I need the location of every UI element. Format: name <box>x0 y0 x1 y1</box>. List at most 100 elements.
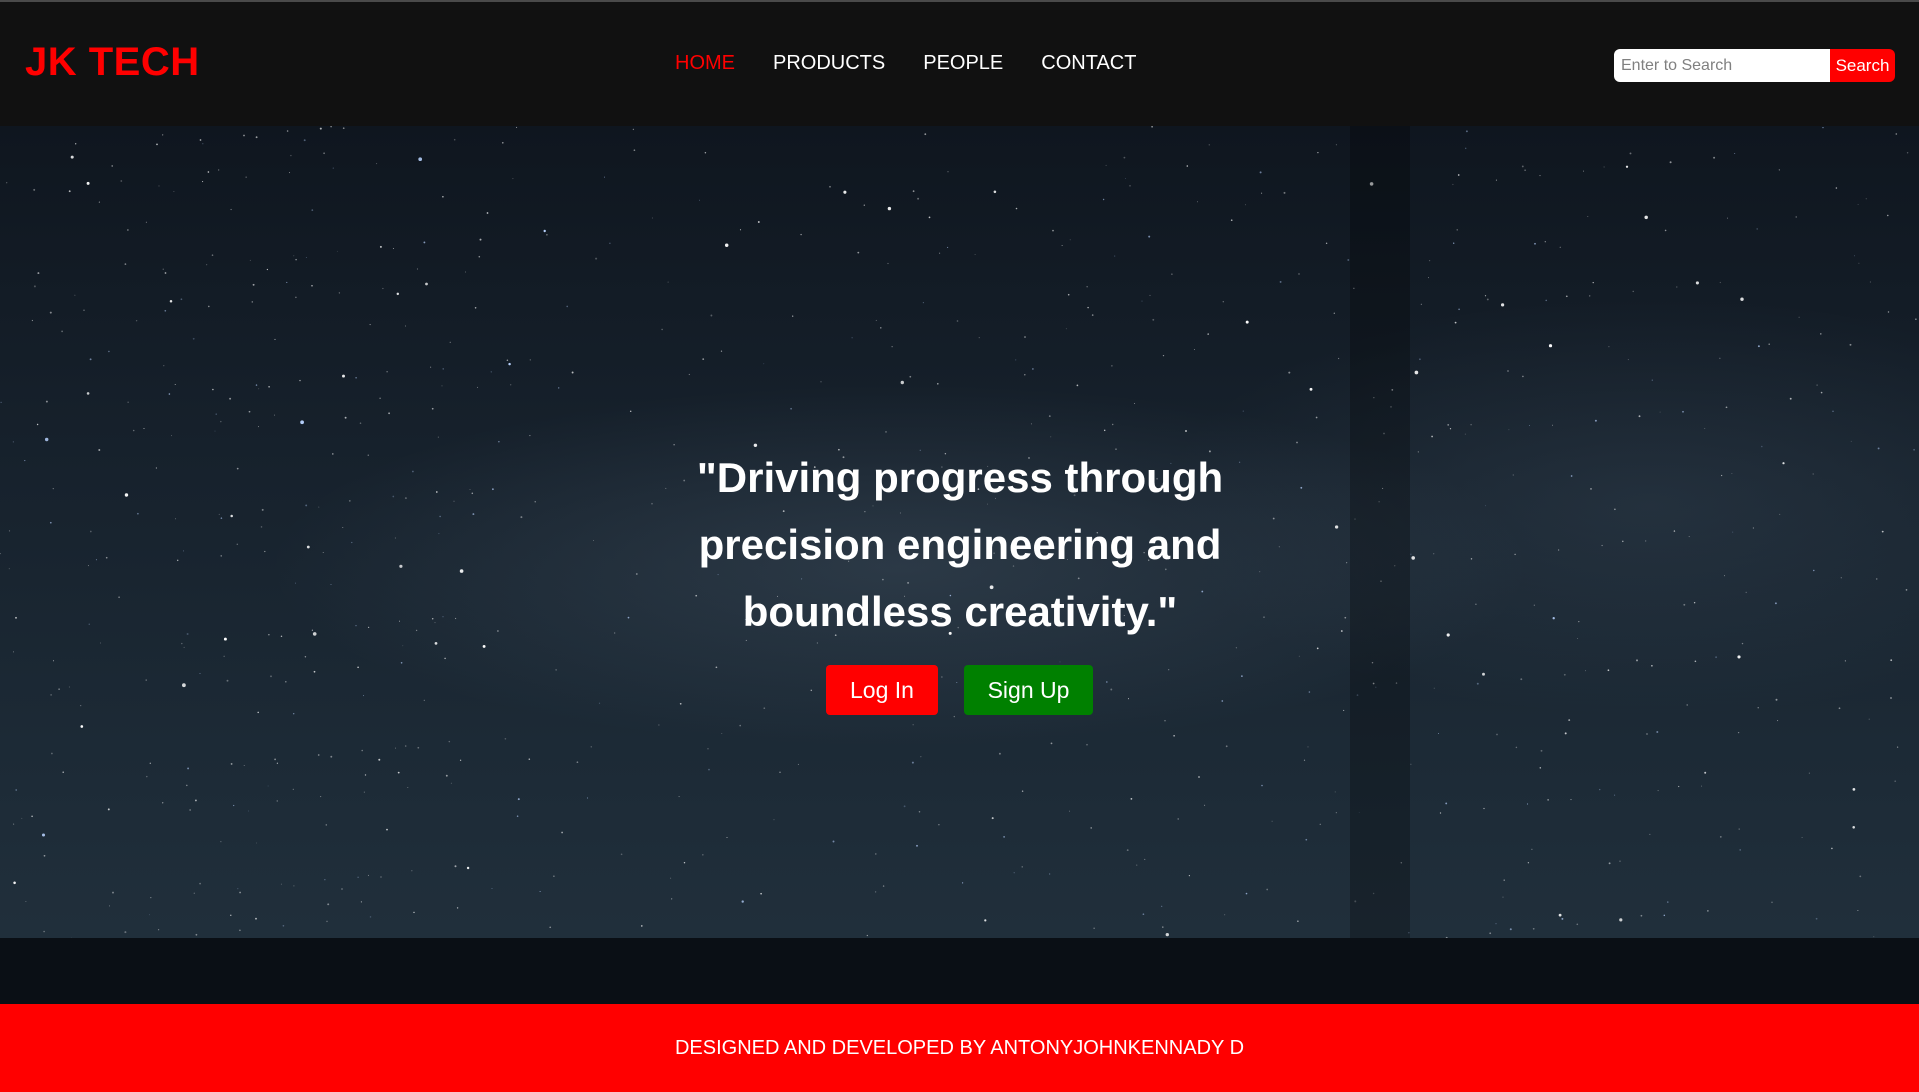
star <box>561 831 563 834</box>
star <box>195 933 198 936</box>
star <box>760 892 762 895</box>
star <box>400 661 403 664</box>
nav-item-contact[interactable]: CONTACT <box>1041 52 1136 75</box>
star <box>416 268 418 270</box>
star <box>379 245 382 248</box>
star <box>496 630 499 632</box>
star <box>415 629 418 632</box>
star <box>1599 788 1601 791</box>
star <box>721 733 723 734</box>
star <box>1583 170 1584 172</box>
star <box>300 420 304 425</box>
star <box>290 154 292 157</box>
star <box>386 828 388 831</box>
star <box>1676 286 1678 288</box>
star <box>1585 670 1586 672</box>
star <box>342 527 344 528</box>
star <box>348 499 351 502</box>
brand-logo[interactable]: JK TECH <box>25 40 200 85</box>
star <box>953 715 955 718</box>
star <box>920 756 922 758</box>
star <box>183 550 184 552</box>
star <box>543 229 546 233</box>
star <box>832 840 835 843</box>
star <box>984 919 987 922</box>
star <box>947 246 949 248</box>
star <box>1162 926 1164 928</box>
star <box>1568 719 1571 722</box>
nav-item-people[interactable]: PEOPLE <box>923 52 1003 75</box>
star <box>304 656 307 658</box>
star <box>292 712 295 715</box>
star <box>243 134 245 137</box>
star <box>1173 735 1175 737</box>
star <box>1315 416 1318 419</box>
star <box>322 551 324 553</box>
search-button[interactable]: Search <box>1830 49 1895 82</box>
star <box>258 426 259 428</box>
star <box>282 924 285 927</box>
star <box>912 724 914 726</box>
star <box>679 702 682 705</box>
star <box>1557 549 1560 551</box>
star <box>1640 914 1643 917</box>
login-button[interactable]: Log In <box>826 665 938 715</box>
search-input[interactable] <box>1614 49 1830 82</box>
star <box>683 861 686 864</box>
star <box>465 271 466 273</box>
star <box>1683 603 1686 606</box>
star <box>479 238 482 241</box>
star <box>1636 659 1638 662</box>
star <box>112 891 114 894</box>
star <box>108 350 110 353</box>
star <box>1241 675 1243 677</box>
star <box>1482 672 1485 676</box>
star <box>355 377 357 379</box>
star <box>632 128 635 131</box>
star <box>21 817 23 819</box>
star <box>909 375 912 378</box>
star <box>379 397 381 400</box>
star <box>6 182 8 184</box>
star <box>363 695 365 697</box>
star <box>938 824 940 826</box>
star <box>162 134 164 136</box>
star <box>724 243 729 247</box>
star <box>1309 387 1313 391</box>
star <box>1608 346 1610 348</box>
nav-item-home[interactable]: HOME <box>675 52 735 75</box>
star <box>453 138 456 141</box>
star <box>305 504 308 507</box>
star <box>382 287 384 290</box>
star <box>1852 826 1855 829</box>
star <box>248 810 249 812</box>
star <box>1465 130 1468 133</box>
star <box>357 876 359 879</box>
star <box>1061 245 1063 247</box>
star <box>1067 293 1070 296</box>
star <box>916 844 918 847</box>
star <box>1704 771 1707 774</box>
star <box>698 199 700 201</box>
star <box>303 139 306 142</box>
star <box>1578 620 1580 623</box>
star <box>438 533 440 535</box>
star <box>1475 603 1477 606</box>
star <box>1527 862 1530 864</box>
star <box>1607 669 1610 672</box>
star <box>1476 682 1479 685</box>
star <box>404 497 407 500</box>
star <box>1245 892 1248 895</box>
star <box>52 487 54 490</box>
star <box>176 559 179 562</box>
nav-item-products[interactable]: PRODUCTS <box>773 52 885 75</box>
star <box>1853 255 1855 257</box>
star <box>726 836 728 839</box>
star <box>411 870 413 872</box>
star <box>1832 410 1834 412</box>
star <box>31 319 33 322</box>
star <box>1798 316 1800 318</box>
star <box>351 541 353 544</box>
signup-button[interactable]: Sign Up <box>964 665 1093 715</box>
star <box>1346 562 1348 564</box>
